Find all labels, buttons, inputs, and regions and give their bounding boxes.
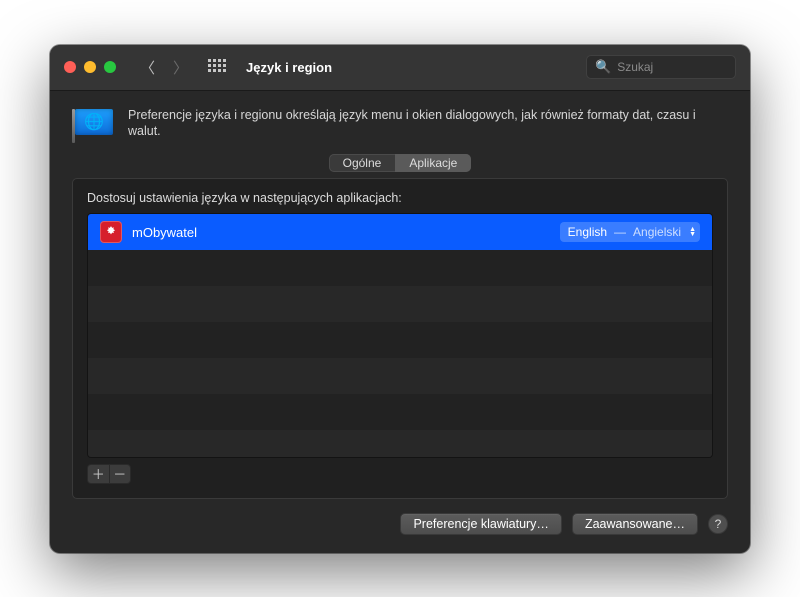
header-description: Preferencje języka i regionu określają j… [128,107,728,141]
eagle-icon [104,225,118,239]
app-name: mObywatel [132,225,197,240]
language-primary: English [568,225,607,239]
search-input[interactable] [617,60,727,74]
globe-icon: 🌐 [84,112,104,132]
chevron-updown-icon: ▲▼ [689,227,696,237]
app-row-empty [88,430,712,456]
tab-apps[interactable]: Aplikacje [395,154,471,172]
zoom-window-button[interactable] [104,61,116,73]
search-field[interactable]: 🔍 [586,55,736,79]
keyboard-prefs-button[interactable]: Preferencje klawiatury… [400,513,561,535]
app-row[interactable]: mObywatel English — Angielski ▲▼ [88,214,712,250]
app-row-empty [88,250,712,286]
tab-bar: Ogólne Aplikacje [72,154,728,172]
app-icon [100,221,122,243]
minimize-window-button[interactable] [84,61,96,73]
forward-button[interactable]: 〉 [173,57,188,78]
add-button[interactable]: ＋ [88,465,110,483]
language-secondary: Angielski [633,225,681,239]
remove-button[interactable]: － [110,465,131,483]
traffic-lights [64,61,116,73]
app-row-empty [88,322,712,358]
app-row-empty [88,394,712,430]
back-button[interactable]: 〈 [140,57,155,78]
tab-general[interactable]: Ogólne [329,154,396,172]
help-button[interactable]: ? [708,514,728,534]
preferences-window: 〈 〉 Język i region 🔍 🌐 Preferencje język… [50,45,750,553]
advanced-button[interactable]: Zaawansowane… [572,513,698,535]
apps-list[interactable]: mObywatel English — Angielski ▲▼ [87,213,713,457]
app-row-empty [88,358,712,394]
app-row-empty [88,286,712,322]
close-window-button[interactable] [64,61,76,73]
apps-panel: Dostosuj ustawienia języka w następujący… [72,178,728,498]
show-all-prefs-button[interactable] [208,59,224,75]
header-row: 🌐 Preferencje języka i regionu określają… [72,107,728,141]
search-icon: 🔍 [595,59,611,75]
language-dropdown[interactable]: English — Angielski ▲▼ [560,222,700,242]
footer: Preferencje klawiatury… Zaawansowane… ? [72,513,728,535]
titlebar: 〈 〉 Język i region 🔍 [50,45,750,91]
language-region-icon: 🌐 [72,109,114,137]
add-remove-control: ＋ － [87,464,131,484]
nav-arrows: 〈 〉 [140,57,188,78]
panel-label: Dostosuj ustawienia języka w następujący… [87,191,713,205]
content-area: 🌐 Preferencje języka i regionu określają… [50,91,750,553]
window-title: Język i region [246,60,332,75]
